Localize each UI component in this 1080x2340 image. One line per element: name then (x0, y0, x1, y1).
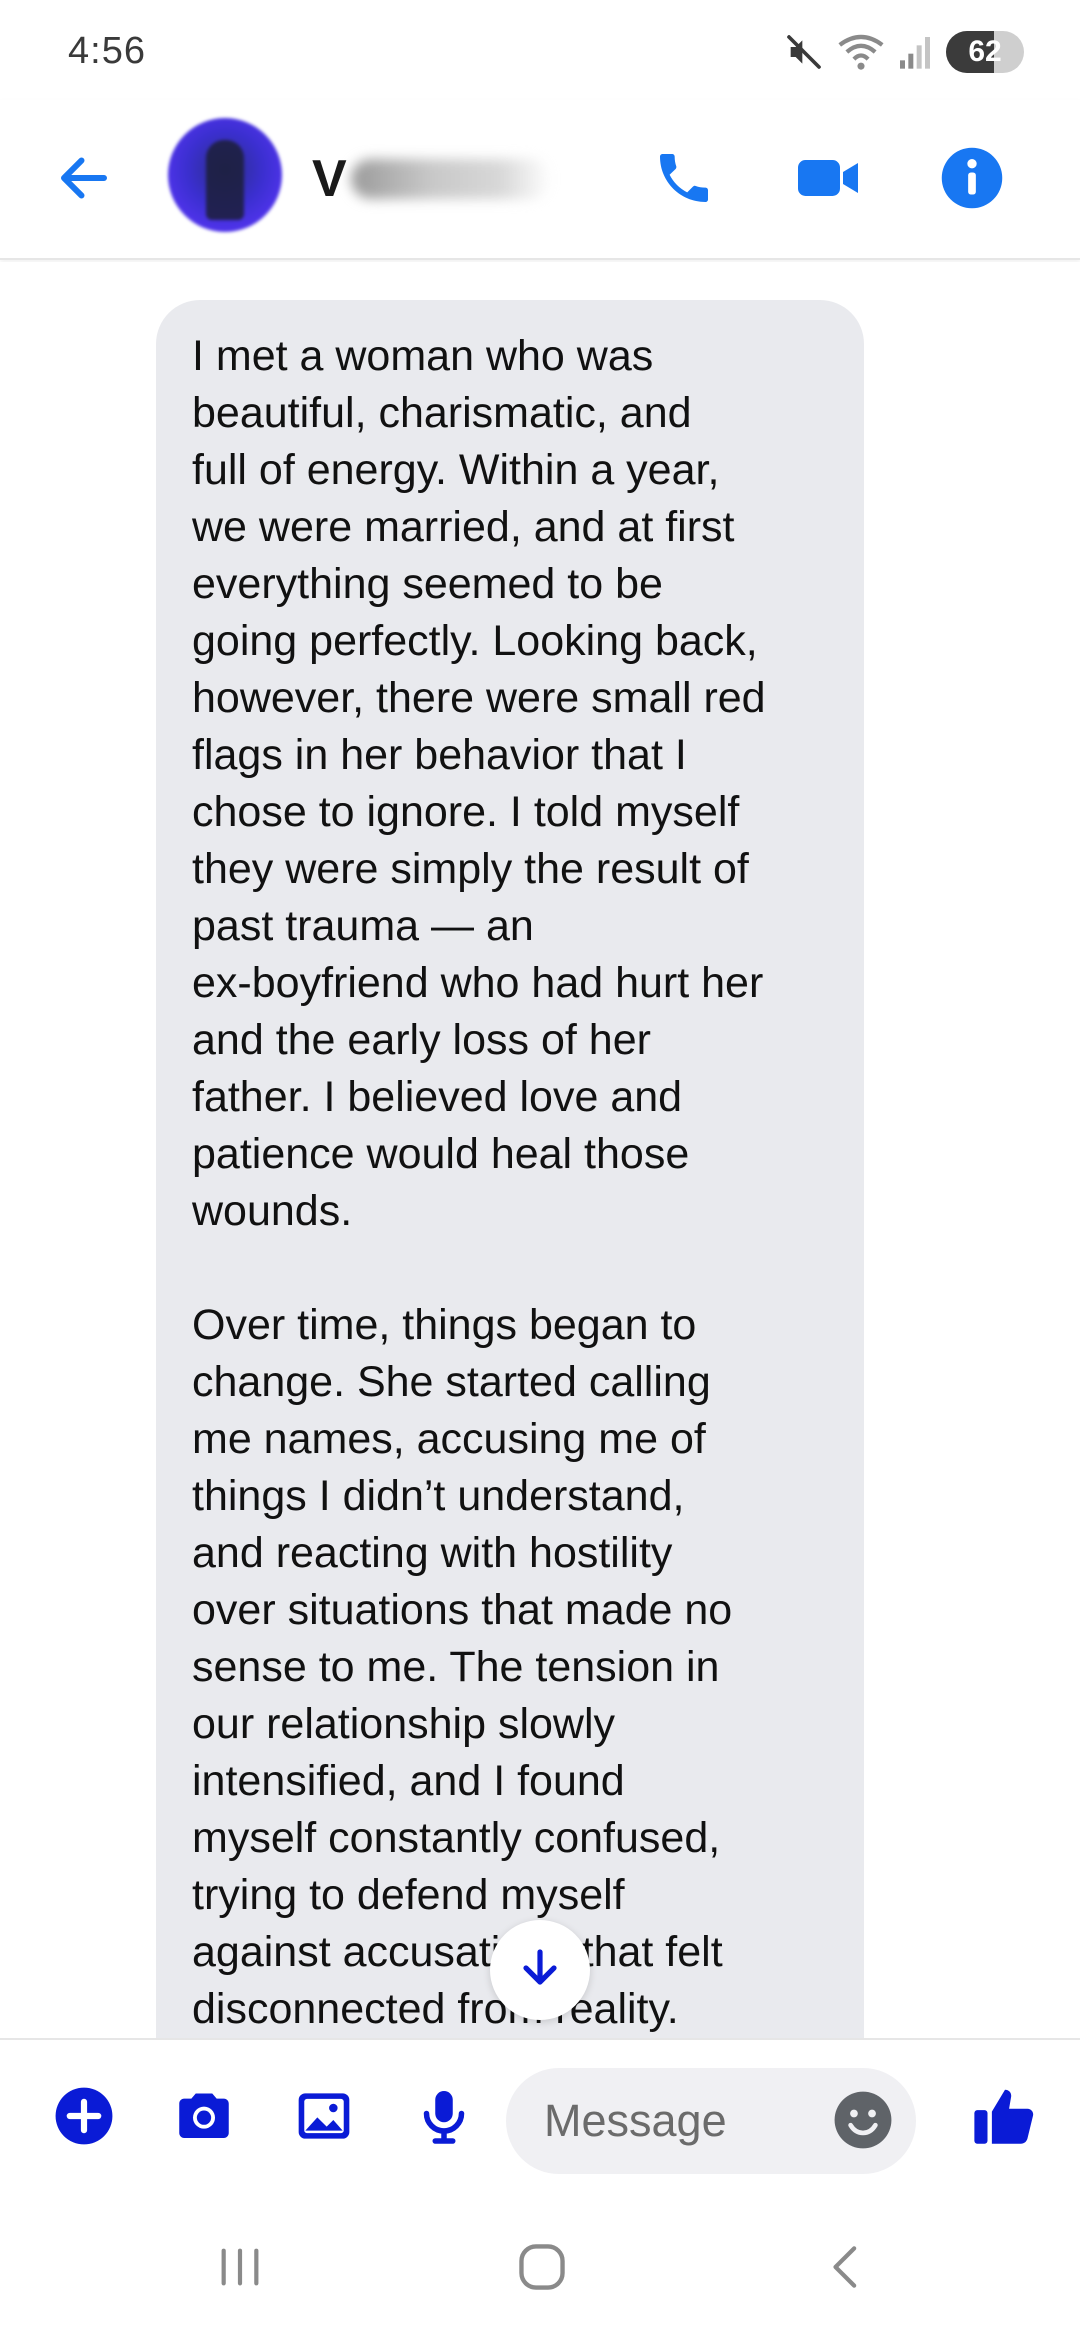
chat-header: V (0, 100, 1080, 260)
info-button[interactable] (930, 138, 1014, 222)
video-camera-icon (792, 142, 864, 219)
battery-icon: 62 (946, 31, 1024, 73)
message-bubble[interactable]: I met a woman who was beautiful, charism… (156, 300, 864, 2038)
system-back-button[interactable] (796, 2224, 896, 2314)
home-icon (513, 2238, 571, 2301)
blurred-name-redaction (350, 159, 551, 199)
microphone-icon (414, 2084, 474, 2153)
emoji-button[interactable] (832, 2091, 894, 2153)
home-button[interactable] (492, 2224, 592, 2314)
video-call-button[interactable] (786, 138, 870, 222)
message-paragraph-1: I met a woman who was beautiful, charism… (192, 332, 766, 1235)
like-button[interactable] (960, 2078, 1050, 2158)
message-composer (0, 2038, 1080, 2198)
message-field[interactable] (506, 2068, 916, 2174)
camera-button[interactable] (164, 2078, 244, 2158)
arrow-down-icon (516, 1944, 564, 1997)
info-icon (939, 145, 1005, 216)
system-navigation-bar (0, 2198, 1080, 2340)
voice-call-button[interactable] (642, 138, 726, 222)
recent-apps-icon (212, 2239, 268, 2300)
contact-name[interactable]: V (312, 146, 552, 212)
recent-apps-button[interactable] (190, 2224, 290, 2314)
status-bar: 4:56 62 (0, 0, 1080, 100)
gallery-button[interactable] (284, 2078, 364, 2158)
status-time: 4:56 (68, 30, 146, 72)
chat-area[interactable]: I met a woman who was beautiful, charism… (0, 262, 1080, 2038)
plus-icon (53, 2085, 115, 2152)
back-button[interactable] (46, 142, 122, 218)
contact-initial: V (312, 150, 347, 208)
message-paragraph-2: Over time, things began to change. She s… (192, 1301, 733, 2033)
avatar-figure (206, 140, 244, 220)
voice-message-button[interactable] (404, 2078, 484, 2158)
chevron-left-icon (818, 2239, 874, 2300)
status-icons: 62 (784, 28, 1024, 76)
phone-icon (652, 146, 716, 215)
message-input[interactable] (542, 2068, 822, 2174)
wifi-icon (838, 32, 884, 72)
camera-icon (171, 2083, 237, 2154)
thumbs-up-icon (970, 2081, 1040, 2156)
more-actions-button[interactable] (44, 2078, 124, 2158)
battery-level: 62 (968, 35, 1002, 68)
signal-icon (898, 32, 932, 72)
scroll-to-bottom-button[interactable] (490, 1920, 590, 2020)
emoji-icon (832, 2089, 894, 2156)
back-arrow-icon (54, 148, 114, 213)
mute-icon (784, 32, 824, 72)
avatar[interactable] (168, 118, 282, 232)
gallery-icon (292, 2084, 356, 2153)
